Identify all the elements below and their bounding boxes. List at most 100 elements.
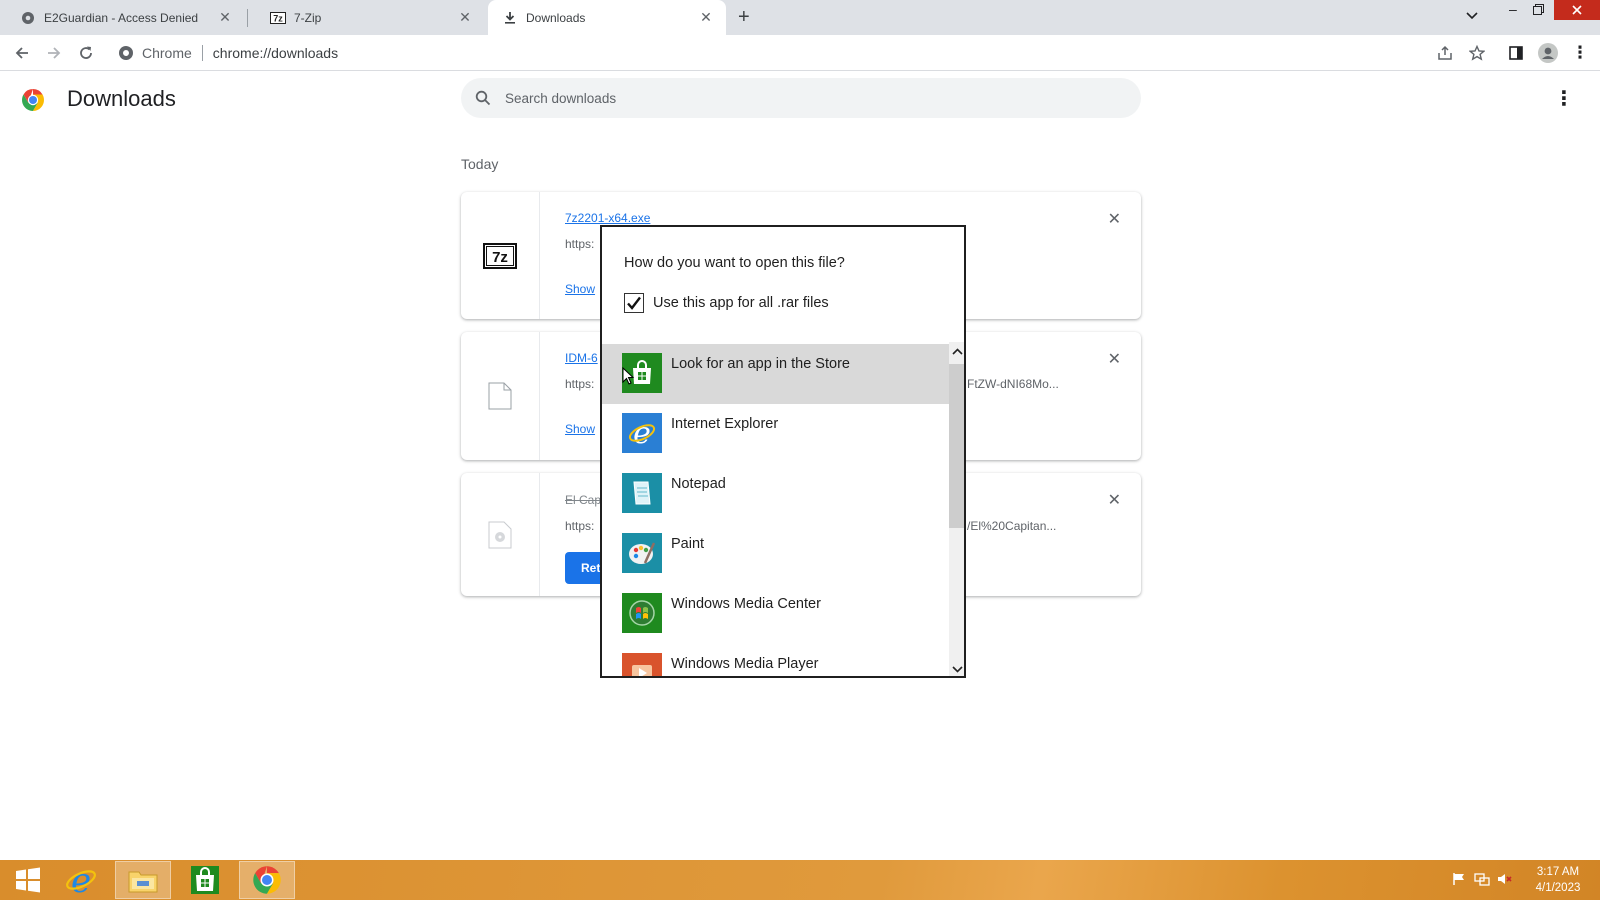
tab-e2guardian[interactable]: E2Guardian - Access Denied ✕ xyxy=(0,0,245,35)
url-text[interactable]: chrome://downloads xyxy=(213,45,338,61)
page-title: Downloads xyxy=(67,86,176,111)
media-player-icon xyxy=(622,653,662,676)
app-label: Windows Media Center xyxy=(671,596,821,612)
close-window-button[interactable] xyxy=(1554,0,1600,20)
download-filename-cancelled: El Cap xyxy=(565,493,602,507)
tab-divider xyxy=(247,9,248,27)
new-tab-button[interactable]: + xyxy=(738,6,750,29)
app-option-internet-explorer[interactable]: e Internet Explorer xyxy=(602,404,949,464)
remove-download-icon[interactable]: ✕ xyxy=(1108,209,1121,229)
tab-title: 7-Zip xyxy=(294,10,322,25)
tab-7zip[interactable]: 7z 7-Zip ✕ xyxy=(250,0,485,35)
app-option-media-player[interactable]: Windows Media Player xyxy=(602,644,949,676)
bookmark-button[interactable] xyxy=(1465,41,1489,65)
7zip-favicon-icon: 7z xyxy=(270,10,286,26)
app-label: Notepad xyxy=(671,476,726,492)
tab-downloads[interactable]: Downloads ✕ xyxy=(488,0,726,35)
chrome-logo-icon xyxy=(21,88,45,117)
taskbar-store[interactable] xyxy=(177,861,233,899)
close-tab-icon[interactable]: ✕ xyxy=(698,9,714,26)
profile-button[interactable] xyxy=(1536,41,1560,65)
address-bar[interactable]: Chrome chrome://downloads xyxy=(108,38,1498,68)
app-option-store[interactable]: Look for an app in the Store xyxy=(602,344,949,404)
volume-muted-icon[interactable] xyxy=(1497,872,1513,888)
svg-text:e: e xyxy=(71,863,91,897)
paint-icon xyxy=(622,533,662,573)
close-tab-icon[interactable]: ✕ xyxy=(217,9,233,26)
always-use-checkbox-row[interactable]: Use this app for all .rar files xyxy=(624,293,829,313)
scrollbar-thumb[interactable] xyxy=(949,364,964,528)
dialog-scrollbar[interactable] xyxy=(949,342,964,676)
windows-logo-icon xyxy=(16,867,40,893)
file-icon-column xyxy=(461,473,540,596)
site-info-chip[interactable]: Chrome xyxy=(118,45,192,61)
app-label: Paint xyxy=(671,536,705,552)
avatar-icon xyxy=(1538,43,1558,63)
download-url[interactable]: https: xyxy=(565,237,594,251)
star-icon xyxy=(1469,45,1485,61)
search-downloads-input[interactable]: Search downloads xyxy=(461,78,1141,118)
restore-button[interactable] xyxy=(1533,3,1544,18)
scroll-up-icon[interactable] xyxy=(949,342,964,360)
blank-file-icon xyxy=(488,382,512,410)
forward-button[interactable] xyxy=(42,41,66,65)
download-filename[interactable]: 7z2201-x64.exe xyxy=(565,211,650,225)
network-icon[interactable] xyxy=(1474,872,1490,888)
always-use-checkbox[interactable] xyxy=(624,293,644,313)
side-panel-icon xyxy=(1509,46,1523,60)
more-actions-icon[interactable]: ⋮ xyxy=(1554,86,1574,111)
scroll-down-icon[interactable] xyxy=(949,660,964,676)
download-filename[interactable]: IDM-6 xyxy=(565,351,598,365)
download-url[interactable]: https: xyxy=(565,519,594,533)
svg-text:7z: 7z xyxy=(492,249,508,266)
share-icon xyxy=(1438,45,1452,60)
app-label: Windows Media Player xyxy=(671,656,819,672)
chrome-logo-icon xyxy=(119,46,133,60)
app-option-media-center[interactable]: Windows Media Center xyxy=(602,584,949,644)
download-url-tail: /El%20Capitan... xyxy=(967,519,1057,533)
side-panel-button[interactable] xyxy=(1504,41,1528,65)
svg-text:e: e xyxy=(633,418,651,448)
system-clock[interactable]: 3:17 AM 4/1/2023 xyxy=(1520,864,1596,896)
folder-icon xyxy=(128,871,158,893)
forward-arrow-icon xyxy=(48,47,61,59)
reload-button[interactable] xyxy=(74,41,98,65)
app-label: Internet Explorer xyxy=(671,416,779,432)
show-in-folder-link[interactable]: Show xyxy=(565,282,595,296)
7z-file-icon: 7z xyxy=(483,242,517,269)
checkmark-icon xyxy=(627,296,641,310)
tab-strip: E2Guardian - Access Denied ✕ 7z 7-Zip ✕ … xyxy=(0,0,1600,35)
taskbar-file-explorer[interactable] xyxy=(115,861,171,899)
chrome-menu-icon[interactable]: ⋮ xyxy=(1568,41,1592,65)
notepad-icon xyxy=(622,473,662,513)
app-option-paint[interactable]: Paint xyxy=(602,524,949,584)
back-button[interactable] xyxy=(10,41,34,65)
start-button[interactable] xyxy=(0,861,56,899)
action-center-flag-icon[interactable] xyxy=(1452,872,1468,888)
taskbar-internet-explorer[interactable]: e xyxy=(53,861,109,899)
checkbox-label: Use this app for all .rar files xyxy=(653,295,829,311)
show-in-folder-link[interactable]: Show xyxy=(565,422,595,436)
dialog-question: How do you want to open this file? xyxy=(624,255,845,271)
download-url[interactable]: https: xyxy=(565,377,594,391)
tab-title: Downloads xyxy=(526,10,586,25)
file-icon-column xyxy=(461,332,540,460)
site-chip-label: Chrome xyxy=(142,45,192,61)
share-button[interactable] xyxy=(1433,41,1457,65)
download-url-tail: FtZW-dNI68Mo... xyxy=(967,377,1059,391)
tab-search-icon[interactable] xyxy=(1466,8,1478,23)
file-icon-column: 7z xyxy=(461,192,540,319)
disk-image-icon xyxy=(488,521,512,548)
minimize-button[interactable]: – xyxy=(1509,1,1517,17)
taskbar-chrome[interactable] xyxy=(239,861,295,899)
internet-explorer-icon: e xyxy=(622,413,662,453)
open-with-dialog: How do you want to open this file? Use t… xyxy=(600,225,966,678)
media-center-icon xyxy=(622,593,662,633)
clock-time: 3:17 AM xyxy=(1536,866,1580,878)
app-option-notepad[interactable]: Notepad xyxy=(602,464,949,524)
reload-icon xyxy=(80,46,92,59)
remove-download-icon[interactable]: ✕ xyxy=(1108,490,1121,510)
close-tab-icon[interactable]: ✕ xyxy=(457,9,473,26)
remove-download-icon[interactable]: ✕ xyxy=(1108,349,1121,369)
download-icon xyxy=(502,10,518,26)
